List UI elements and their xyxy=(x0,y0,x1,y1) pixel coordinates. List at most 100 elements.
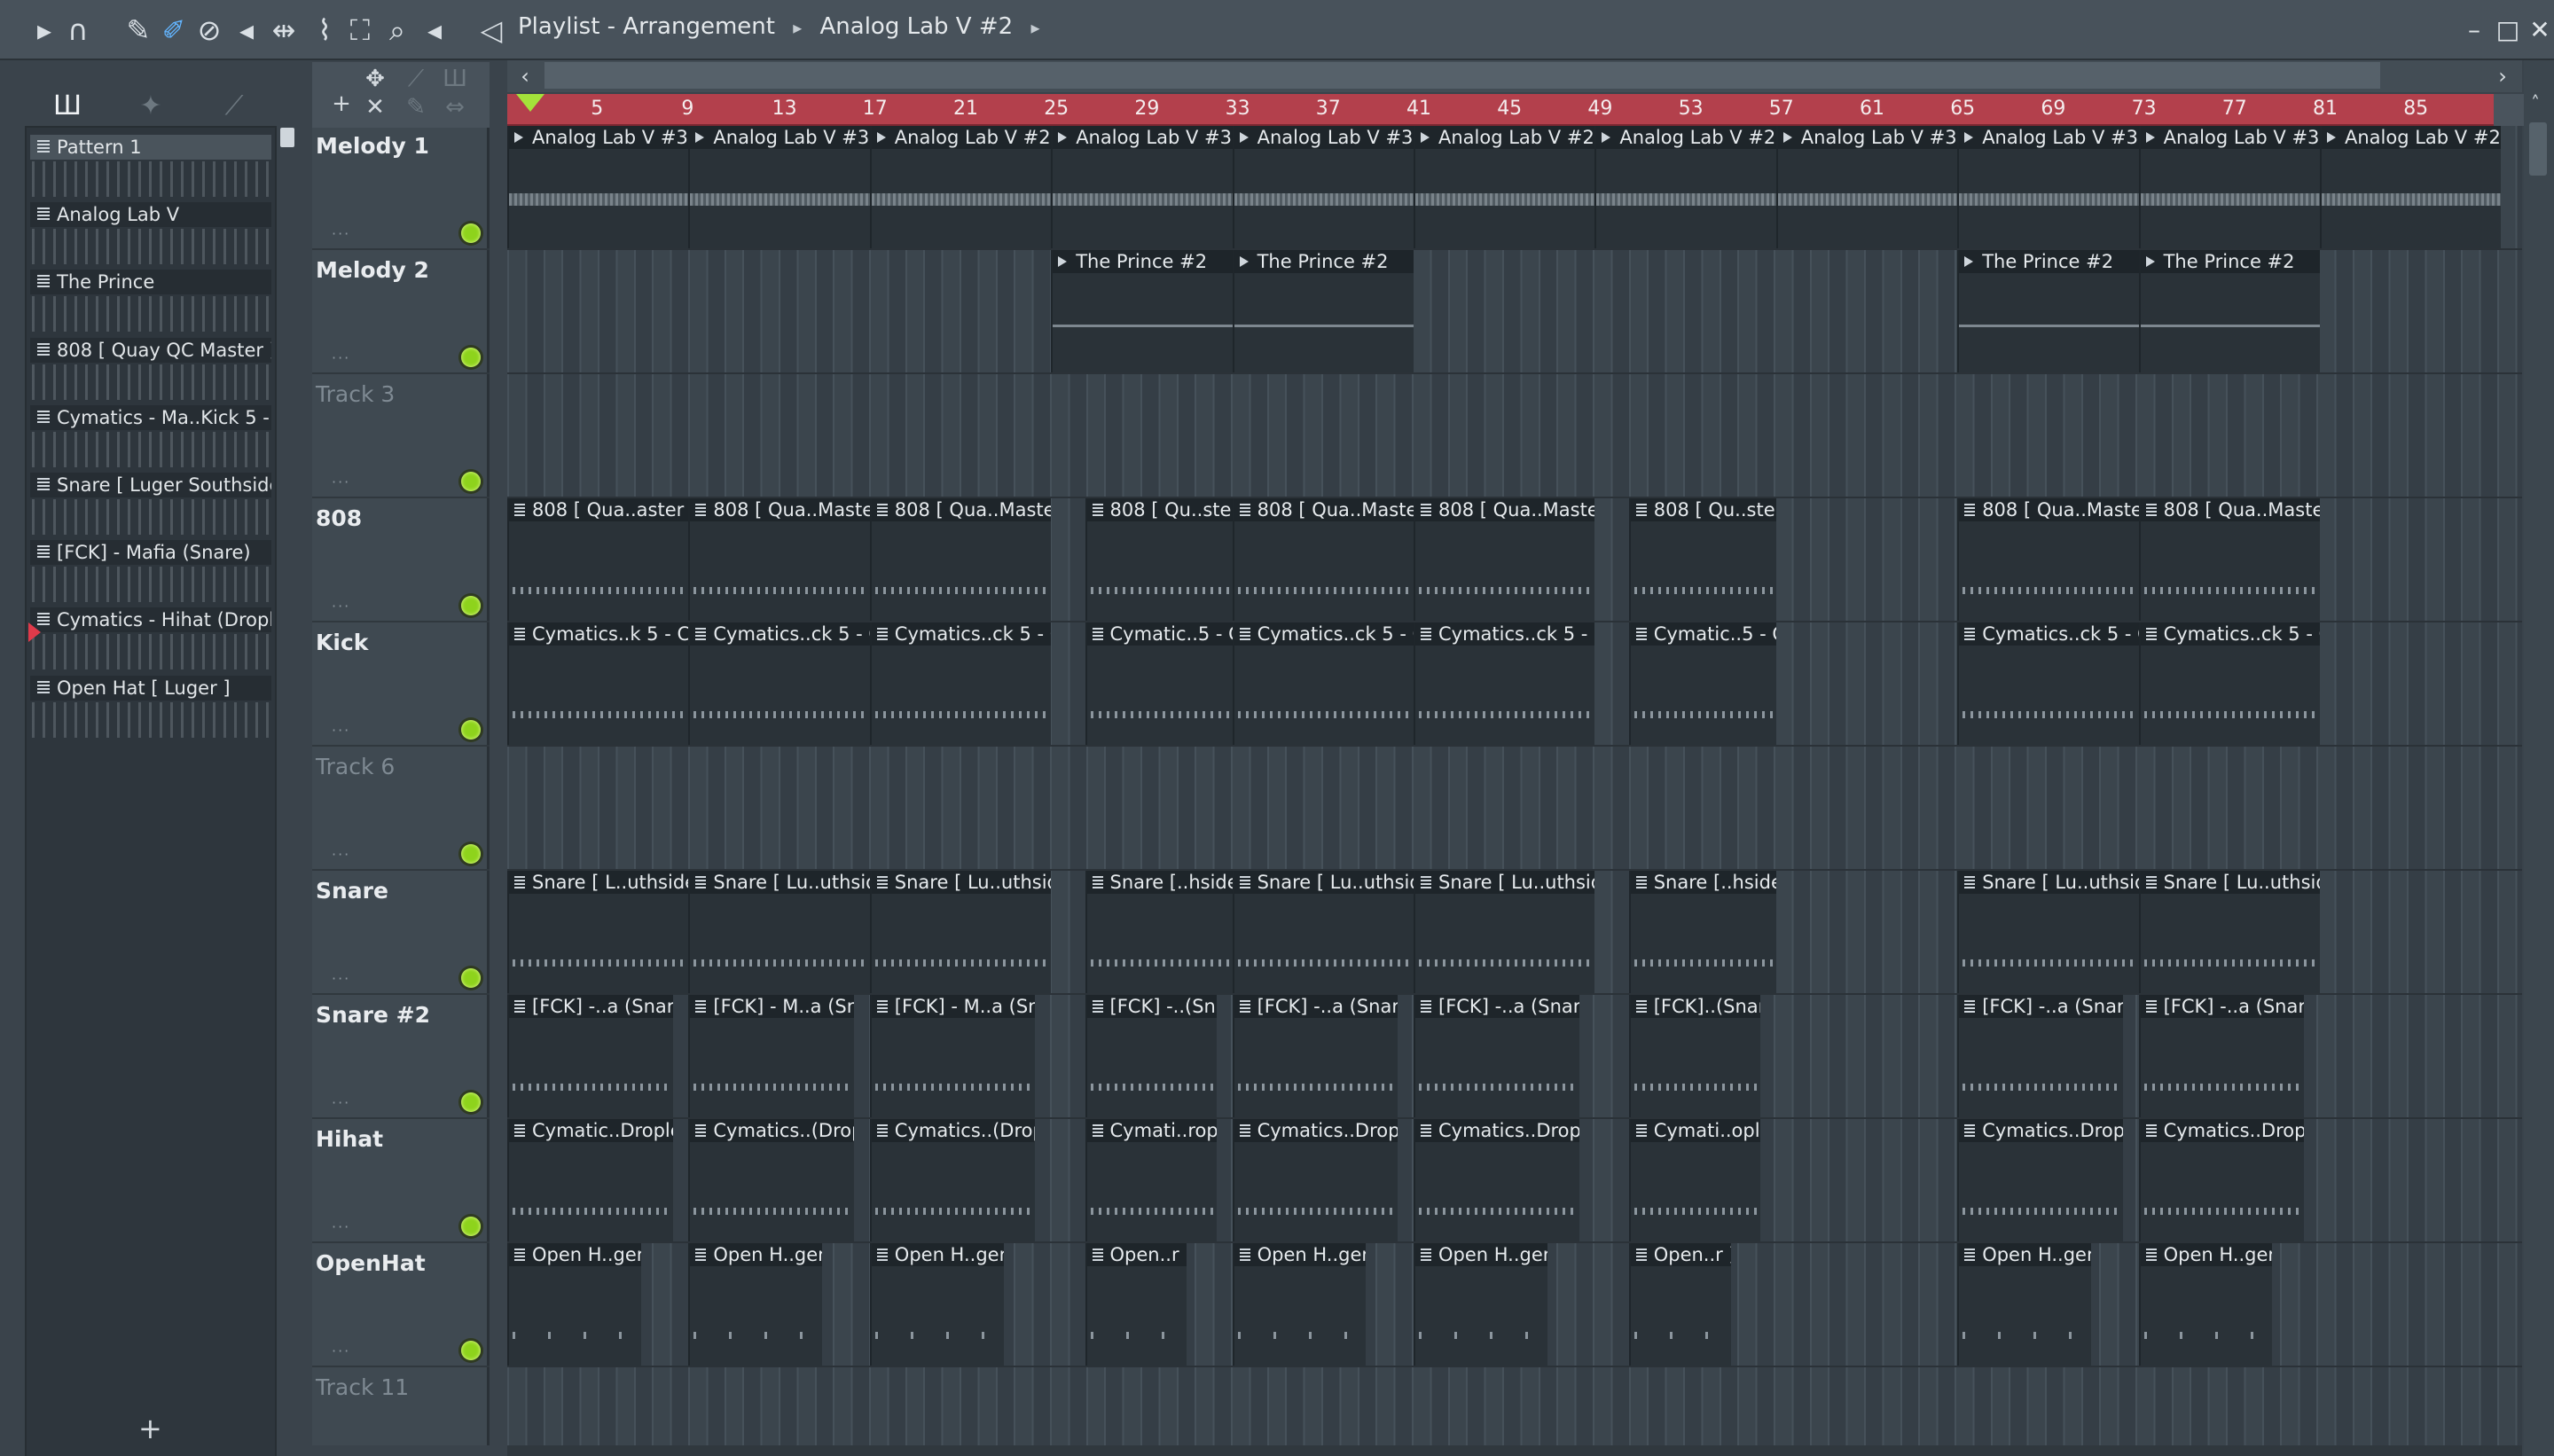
playlist-clip[interactable]: Cymatics..ck 5 - C# xyxy=(2138,622,2320,745)
playlist-clip[interactable]: Open H..ger ] xyxy=(1957,1243,2091,1366)
scroll-left-icon[interactable]: ‹ xyxy=(513,64,537,89)
playlist-clip[interactable]: Open H..ger ] xyxy=(1414,1243,1547,1366)
playlist-clip[interactable]: Cymatic..Droplet) xyxy=(507,1119,673,1241)
playlist-clip[interactable]: [FCK] -..a (Snare) xyxy=(1414,995,1579,1117)
playlist-clip[interactable]: Cymatics..Droplet) xyxy=(1957,1119,2123,1241)
add-track-button[interactable]: + xyxy=(326,89,356,119)
breadcrumb-item[interactable]: Analog Lab V #2 xyxy=(820,13,1014,40)
playlist-clip[interactable]: The Prince #2 xyxy=(1051,250,1233,372)
playlist-clip[interactable]: 808 [ Qua..Master ] xyxy=(1232,498,1414,621)
playlist-clip[interactable]: Open H..ger ] xyxy=(688,1243,823,1366)
playlist-clip[interactable]: Open H..ger ] xyxy=(1232,1243,1367,1366)
playlist-clip[interactable]: Snare [ L..uthside ] xyxy=(507,871,689,993)
pattern-item[interactable]: Cymatics - Ma..Kick 5 - C# xyxy=(30,404,271,430)
magnet-snap-icon[interactable]: ∩ xyxy=(60,12,96,48)
track-name[interactable]: 808 xyxy=(316,505,362,531)
playlist-clip[interactable]: 808 [ Qua..Master ] xyxy=(1414,498,1595,621)
track-header[interactable]: Track 3 ··· xyxy=(312,374,490,498)
add-pattern-button[interactable]: + xyxy=(138,1412,162,1445)
track-mute-led[interactable] xyxy=(461,596,481,615)
track-mute-led[interactable] xyxy=(461,968,481,988)
track-header[interactable]: Kick ··· xyxy=(312,622,490,747)
playlist-clip[interactable]: Open..r ] xyxy=(1628,1243,1731,1366)
playlist-clip[interactable]: Open H..ger ] xyxy=(507,1243,641,1366)
scroll-right-icon[interactable]: › xyxy=(2490,64,2515,89)
track-grip-icon[interactable]: ··· xyxy=(332,970,350,987)
playlist-clip[interactable]: Snare [ Lu..uthside ] xyxy=(1957,871,2139,993)
playlist-clip[interactable]: Cymatic..5 - C# xyxy=(1628,622,1776,745)
track-header[interactable]: Melody 2 ··· xyxy=(312,250,490,374)
picker-scrollbar[interactable] xyxy=(280,128,294,147)
pattern-item[interactable]: 808 [ Quay QC Master ] xyxy=(30,337,271,363)
playlist-clip[interactable]: Analog Lab V #3 xyxy=(1232,126,1414,248)
play-arrow-icon[interactable]: ▸ xyxy=(27,12,62,48)
piano-roll-icon[interactable]: Ш xyxy=(50,89,85,124)
playlist-clip[interactable]: Cymatics..k 5 - C# xyxy=(507,622,689,745)
playlist-clip[interactable]: [FCK]..(Snare) xyxy=(1628,995,1760,1117)
delete-icon[interactable]: ⊘ xyxy=(192,12,227,48)
horizontal-scrollbar[interactable] xyxy=(507,1445,2522,1456)
pattern-item[interactable]: The Prince xyxy=(30,270,271,295)
playlist-clip[interactable]: Cymatics..ck 5 - C# xyxy=(1232,622,1414,745)
mute-icon[interactable]: ◂ xyxy=(229,12,264,48)
playlist-clip[interactable]: [FCK] -..a (Snare) xyxy=(2138,995,2305,1117)
track-mute-led[interactable] xyxy=(461,720,481,740)
track-mute-led[interactable] xyxy=(461,844,481,864)
playlist-clip[interactable]: 808 [ Qua..Master ] xyxy=(2138,498,2320,621)
track-name[interactable]: Track 6 xyxy=(316,754,395,779)
track-grip-icon[interactable]: ··· xyxy=(332,225,350,242)
playlist-clip[interactable]: Cymatics..ck 5 - C# xyxy=(1957,622,2139,745)
close-icon[interactable]: ✕ xyxy=(2524,12,2554,48)
track-header[interactable]: OpenHat ··· xyxy=(312,1243,490,1367)
track-mute-led[interactable] xyxy=(461,1341,481,1360)
track-name[interactable]: Hihat xyxy=(316,1126,383,1152)
playlist-clip[interactable]: Analog Lab V #3 xyxy=(1775,126,1958,248)
track-name[interactable]: Track 3 xyxy=(316,381,395,407)
playlist-clip[interactable]: Snare [ Lu..uthside ] xyxy=(869,871,1052,993)
track-name[interactable]: Melody 1 xyxy=(316,133,429,159)
playlist-clip[interactable]: Snare [ Lu..uthside ] xyxy=(1232,871,1414,993)
track-header[interactable]: Melody 1 ··· xyxy=(312,126,490,250)
pattern-item[interactable]: Analog Lab V xyxy=(30,202,271,228)
scroll-thumb[interactable] xyxy=(2529,122,2547,176)
playlist-clip[interactable]: Snare [..hside ] xyxy=(1628,871,1776,993)
track-header[interactable]: Track 11 xyxy=(312,1367,490,1456)
playlist-clip[interactable]: Analog Lab V #2 xyxy=(1594,126,1776,248)
slice-icon[interactable]: ⌇ xyxy=(307,12,342,48)
playlist-clip[interactable]: Analog Lab V #3 xyxy=(1051,126,1233,248)
playlist-grid[interactable]: Analog Lab V #3 Analog Lab V #3 Analog Lab… xyxy=(507,126,2522,1445)
track-grip-icon[interactable]: ··· xyxy=(332,349,350,366)
playlist-clip[interactable]: 808 [ Qua..Master ] xyxy=(869,498,1052,621)
track-grip-icon[interactable]: ··· xyxy=(332,1094,350,1111)
track-mute-led[interactable] xyxy=(461,472,481,491)
pattern-item[interactable]: Open Hat [ Luger ] xyxy=(30,675,271,701)
track-name[interactable]: Track 11 xyxy=(316,1374,409,1400)
vertical-scrollbar[interactable]: ˄ xyxy=(2524,60,2554,1456)
pencil-small-icon[interactable]: ✎ xyxy=(401,92,431,122)
playhead-marker-icon[interactable] xyxy=(516,94,544,112)
automation-icon[interactable]: ⟋ xyxy=(216,89,252,124)
pattern-item[interactable]: Pattern 1 xyxy=(30,135,271,160)
track-mute-led[interactable] xyxy=(461,223,481,243)
multi-arrow-icon[interactable]: ✥ xyxy=(360,64,390,94)
track-mute-led[interactable] xyxy=(461,1217,481,1236)
track-header[interactable]: Snare ··· xyxy=(312,871,490,995)
playlist-clip[interactable]: Cymatics..ck 5 - C# xyxy=(1414,622,1595,745)
playlist-clip[interactable]: 808 [ Qu..ster ] xyxy=(1628,498,1776,621)
playlist-clip[interactable]: Cymati..roplet) xyxy=(1085,1119,1217,1241)
playlist-clip[interactable]: Analog Lab V #3 xyxy=(1957,126,2139,248)
playlist-clip[interactable]: Analog Lab V #2 xyxy=(1414,126,1595,248)
track-name[interactable]: Snare #2 xyxy=(316,1002,430,1028)
maximize-icon[interactable]: □ xyxy=(2492,12,2524,48)
playlist-clip[interactable]: 808 [ Qua..aster ] xyxy=(507,498,689,621)
minimize-icon[interactable]: – xyxy=(2458,12,2490,48)
playlist-clip[interactable]: Snare [..hside ] xyxy=(1085,871,1233,993)
pattern-item[interactable]: [FCK] - Mafia (Snare) xyxy=(30,540,271,566)
track-name[interactable]: OpenHat xyxy=(316,1250,426,1276)
playlist-clip[interactable]: Cymatics..ck 5 - C# xyxy=(688,622,870,745)
slip-icon[interactable]: ⇹ xyxy=(266,12,302,48)
playlist-clip[interactable]: Snare [ Lu..uthside ] xyxy=(2138,871,2320,993)
playlist-clip[interactable]: Analog Lab V #3 xyxy=(688,126,870,248)
playlist-clip[interactable]: Open..r ] xyxy=(1085,1243,1187,1366)
playlist-clip[interactable]: Open H..ger ] xyxy=(869,1243,1004,1366)
